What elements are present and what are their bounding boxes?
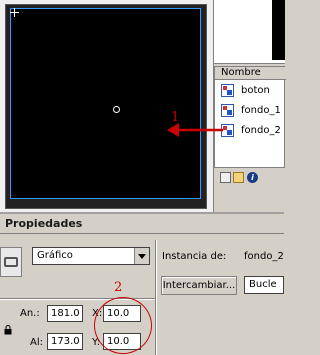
library-preview [214,0,285,64]
library-item-label: fondo_2 [241,125,281,136]
library-preview-thumbnail [272,0,285,60]
registration-point[interactable] [113,106,120,113]
properties-panel: Propiedades Gráfico Instancia de: fondo_… [0,212,284,355]
library-item-label: boton [241,85,270,96]
loop-select[interactable]: Bucle [244,276,284,294]
height-field[interactable]: 173.0 [47,333,83,350]
chevron-down-icon[interactable] [134,248,149,264]
crosshair-icon [10,8,19,17]
graphic-symbol-icon [221,84,234,97]
new-symbol-icon[interactable] [220,172,231,183]
annotation-arrow [167,123,223,137]
stage-area [0,0,213,212]
properties-title[interactable]: Propiedades [0,214,284,234]
instance-value: fondo_2 [244,251,284,262]
symbol-shape-icon [4,257,18,267]
library-column-header[interactable]: Nombre [215,67,286,80]
library-toolbar: i [214,170,285,186]
library-item-fondo-1[interactable]: fondo_1 [215,101,286,121]
library-panel: Nombre boton fondo_1 fondo_2 i [213,0,286,212]
graphic-symbol-icon [0,247,22,277]
symbol-type-select[interactable]: Gráfico [32,247,150,265]
lock-icon[interactable] [4,325,12,335]
width-label: An.: [20,308,40,319]
instance-label: Instancia de: [162,251,227,262]
height-label: Al: [30,337,43,348]
properties-icon[interactable]: i [247,172,258,183]
library-item-fondo-2[interactable]: fondo_2 [215,121,286,141]
annotation-circle [94,297,152,354]
panel-divider [155,240,157,355]
library-item-label: fondo_1 [241,105,281,116]
swap-button[interactable]: Intercambiar... [161,276,237,295]
library-item-boton[interactable]: boton [215,81,286,101]
width-field[interactable]: 181.0 [47,305,83,322]
annotation-marker-2: 2 [114,280,123,295]
new-folder-icon[interactable] [233,172,244,183]
symbol-type-value: Gráfico [37,250,73,261]
stage-canvas[interactable] [10,8,201,199]
